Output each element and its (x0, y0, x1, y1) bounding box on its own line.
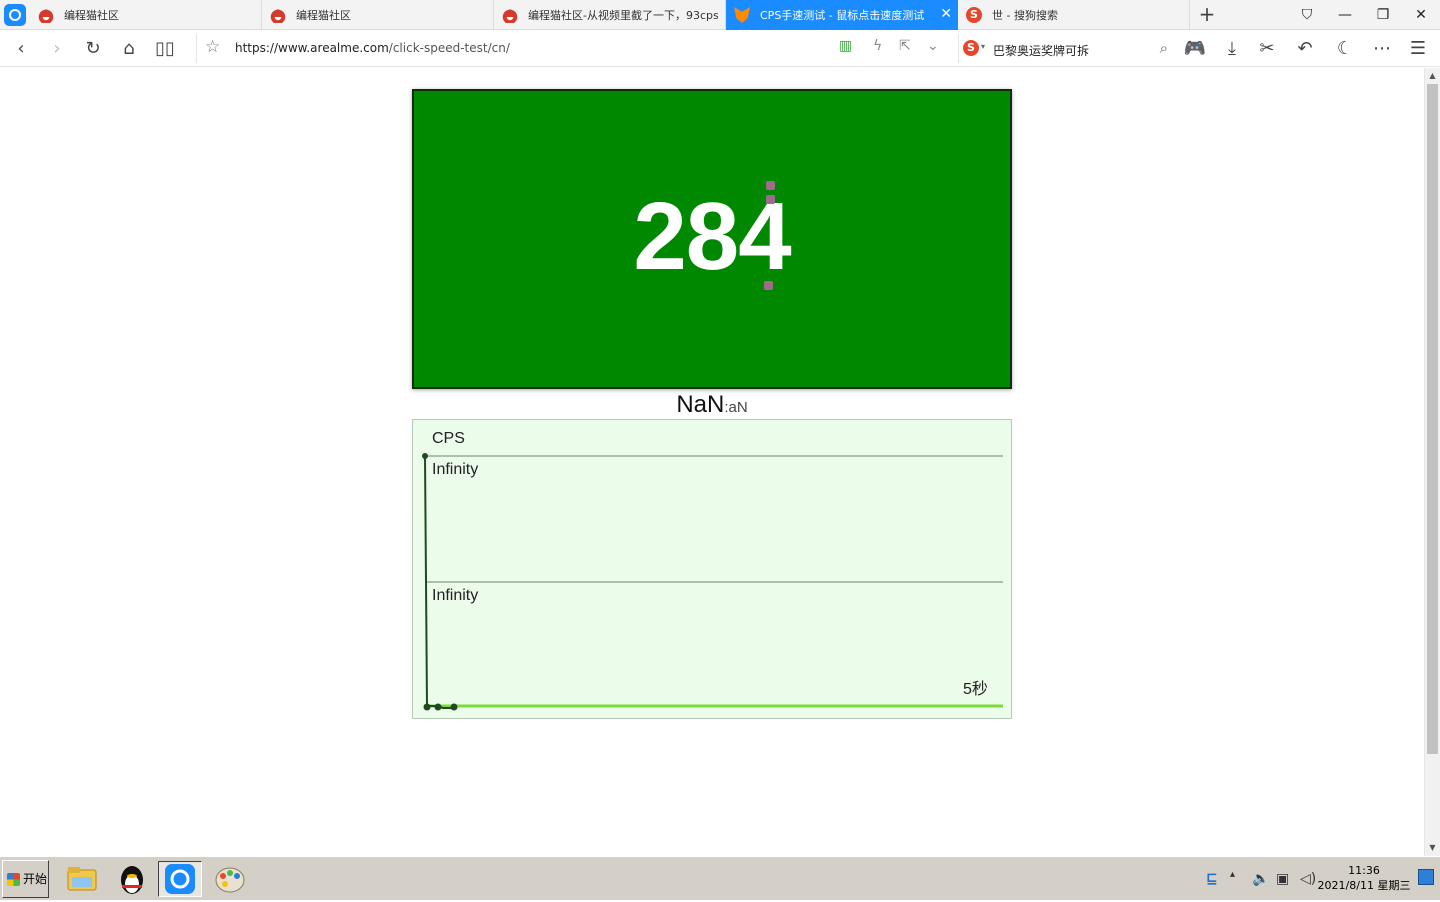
more-icon[interactable]: ⋯ (1369, 36, 1395, 62)
cps-decimal: :aN (724, 399, 748, 416)
restore-icon[interactable]: ❐ (1364, 0, 1402, 30)
network-icon[interactable]: ▣ (1276, 871, 1289, 887)
browser-app-icon (165, 864, 195, 894)
cps-readout: NaN:aN (412, 391, 1012, 419)
reader-icon[interactable]: ▥ (839, 38, 852, 54)
browser-logo-icon[interactable] (4, 4, 26, 26)
show-desktop-icon[interactable] (1418, 869, 1434, 885)
skin-icon[interactable]: ⛉ (1288, 0, 1326, 30)
cat-icon (270, 7, 286, 23)
taskbar-explorer[interactable] (60, 861, 104, 897)
cursor-trail-icon (764, 281, 773, 290)
clock[interactable]: 11:36 2021/8/11 星期三 (1316, 863, 1412, 893)
taskbar-paint[interactable] (208, 861, 252, 897)
ime-icon[interactable]: ⊑ (1206, 871, 1218, 887)
scroll-up-icon[interactable]: ▲ (1425, 68, 1440, 84)
page-content: 284 NaN:aN CPS Infinity Infinity 5秒 (0, 68, 1424, 856)
search-query[interactable]: 巴黎奥运奖牌可拆 (993, 42, 1089, 59)
speaker-icon[interactable]: ◁) (1300, 871, 1316, 887)
system-tray: ⊑ ▴ 🔈 ▣ ◁) 11:36 2021/8/11 星期三 (1200, 861, 1436, 897)
tab-2[interactable]: 编程猫社区 (262, 0, 494, 30)
search-icon[interactable]: ⌕ (1160, 39, 1168, 57)
cps-value: NaN (676, 391, 725, 418)
url-text[interactable]: https://www.arealme.com/click-speed-test… (235, 41, 510, 55)
url-path: /click-speed-test/cn/ (388, 41, 510, 55)
taskbar-browser-active[interactable] (158, 861, 202, 897)
forward-icon[interactable]: › (44, 36, 70, 62)
tab-strip: 编程猫社区 编程猫社区 编程猫社区-从视频里截了一下，93cps CPS手速测试… (0, 0, 1440, 30)
scroll-down-icon[interactable]: ▼ (1425, 840, 1440, 856)
chevron-down-icon[interactable]: ⌄ (927, 38, 939, 54)
night-mode-icon[interactable]: ☾ (1332, 36, 1358, 62)
cps-point (423, 703, 431, 711)
time-axis-label: 5秒 (963, 681, 988, 698)
cps-graph-plot (422, 453, 1003, 711)
windows-logo-icon (7, 873, 20, 886)
click-count: 284 (633, 183, 791, 290)
search-box[interactable]: S ▾ 巴黎奥运奖牌可拆 ⌕ (958, 34, 1174, 63)
bookmark-star-icon[interactable]: ☆ (205, 37, 220, 57)
close-tab-icon[interactable]: ✕ (940, 7, 952, 21)
folder-icon (67, 867, 97, 891)
taskbar: 开始 ⊑ ▴ 🔈 ▣ ◁) 11:36 2021/8/11 星期三 (0, 856, 1440, 900)
tab-title: 编程猫社区 (296, 9, 351, 22)
tab-title: 编程猫社区 (64, 9, 119, 22)
cursor-trail-icon (766, 181, 775, 190)
engine-caret-icon[interactable]: ▾ (981, 42, 985, 51)
tray-expand-icon[interactable]: ▴ (1230, 869, 1235, 880)
new-tab-icon[interactable]: + (1196, 3, 1218, 27)
download-icon[interactable]: ⤓ (1219, 36, 1245, 62)
click-test-area[interactable]: 284 (412, 89, 1012, 389)
cat-icon (502, 7, 518, 23)
clock-time: 11:36 (1348, 864, 1380, 877)
qq-penguin-icon (121, 866, 143, 894)
address-bar[interactable]: ☆ https://www.arealme.com/click-speed-te… (196, 34, 952, 63)
url-host: https://www.arealme.com (235, 41, 389, 55)
browser-toolbar: ‹ › ↻ ⌂ ▯▯ ☆ https://www.arealme.com/cli… (0, 30, 1440, 67)
vertical-scrollbar[interactable]: ▲ ▼ (1424, 68, 1440, 856)
graph-title: CPS (432, 430, 465, 447)
taskbar-qq[interactable] (110, 861, 154, 897)
share-icon[interactable]: ⇱ (899, 38, 911, 54)
tab-title: 编程猫社区-从视频里截了一下，93cps (528, 9, 718, 22)
scissors-icon[interactable]: ✂ (1254, 36, 1280, 62)
game-icon[interactable]: 🎮 (1182, 36, 1208, 62)
undo-icon[interactable]: ↶ (1292, 36, 1318, 62)
sogou-search-icon[interactable]: S (963, 40, 979, 56)
tab-4-active[interactable]: CPS手速测试 - 鼠标点击速度测试 ✕ (726, 0, 958, 30)
start-button[interactable]: 开始 (2, 860, 49, 898)
lightning-icon[interactable]: ϟ (873, 38, 882, 54)
tab-title: 世 - 搜狗搜索 (992, 9, 1058, 22)
tab-1[interactable]: 编程猫社区 (30, 0, 262, 30)
cps-point (422, 453, 428, 459)
upper-axis-label: Infinity (432, 461, 479, 478)
tab-3[interactable]: 编程猫社区-从视频里截了一下，93cps (494, 0, 726, 30)
menu-icon[interactable]: ☰ (1405, 36, 1431, 62)
lower-axis-label: Infinity (432, 587, 479, 604)
cat-icon (38, 7, 54, 23)
close-window-icon[interactable]: ✕ (1402, 0, 1440, 30)
reload-icon[interactable]: ↻ (80, 36, 106, 62)
cps-point (434, 703, 442, 711)
cps-point (450, 703, 458, 711)
paint-palette-icon (215, 867, 245, 893)
cursor-trail-icon (766, 195, 775, 204)
reading-mode-icon[interactable]: ▯▯ (152, 36, 178, 62)
home-icon[interactable]: ⌂ (116, 36, 142, 62)
start-label: 开始 (23, 872, 48, 886)
tab-5[interactable]: S 世 - 搜狗搜索 (958, 0, 1190, 30)
scroll-thumb[interactable] (1427, 84, 1438, 754)
clock-date: 2021/8/11 星期三 (1317, 879, 1411, 892)
minimize-icon[interactable]: — (1326, 0, 1364, 30)
tab-title: CPS手速测试 - 鼠标点击速度测试 (760, 9, 925, 22)
fox-icon (734, 7, 750, 23)
sogou-icon: S (966, 7, 982, 23)
cps-graph: CPS Infinity Infinity 5秒 (412, 419, 1012, 719)
volume-alert-icon[interactable]: 🔈 (1252, 871, 1269, 887)
back-icon[interactable]: ‹ (8, 36, 34, 62)
